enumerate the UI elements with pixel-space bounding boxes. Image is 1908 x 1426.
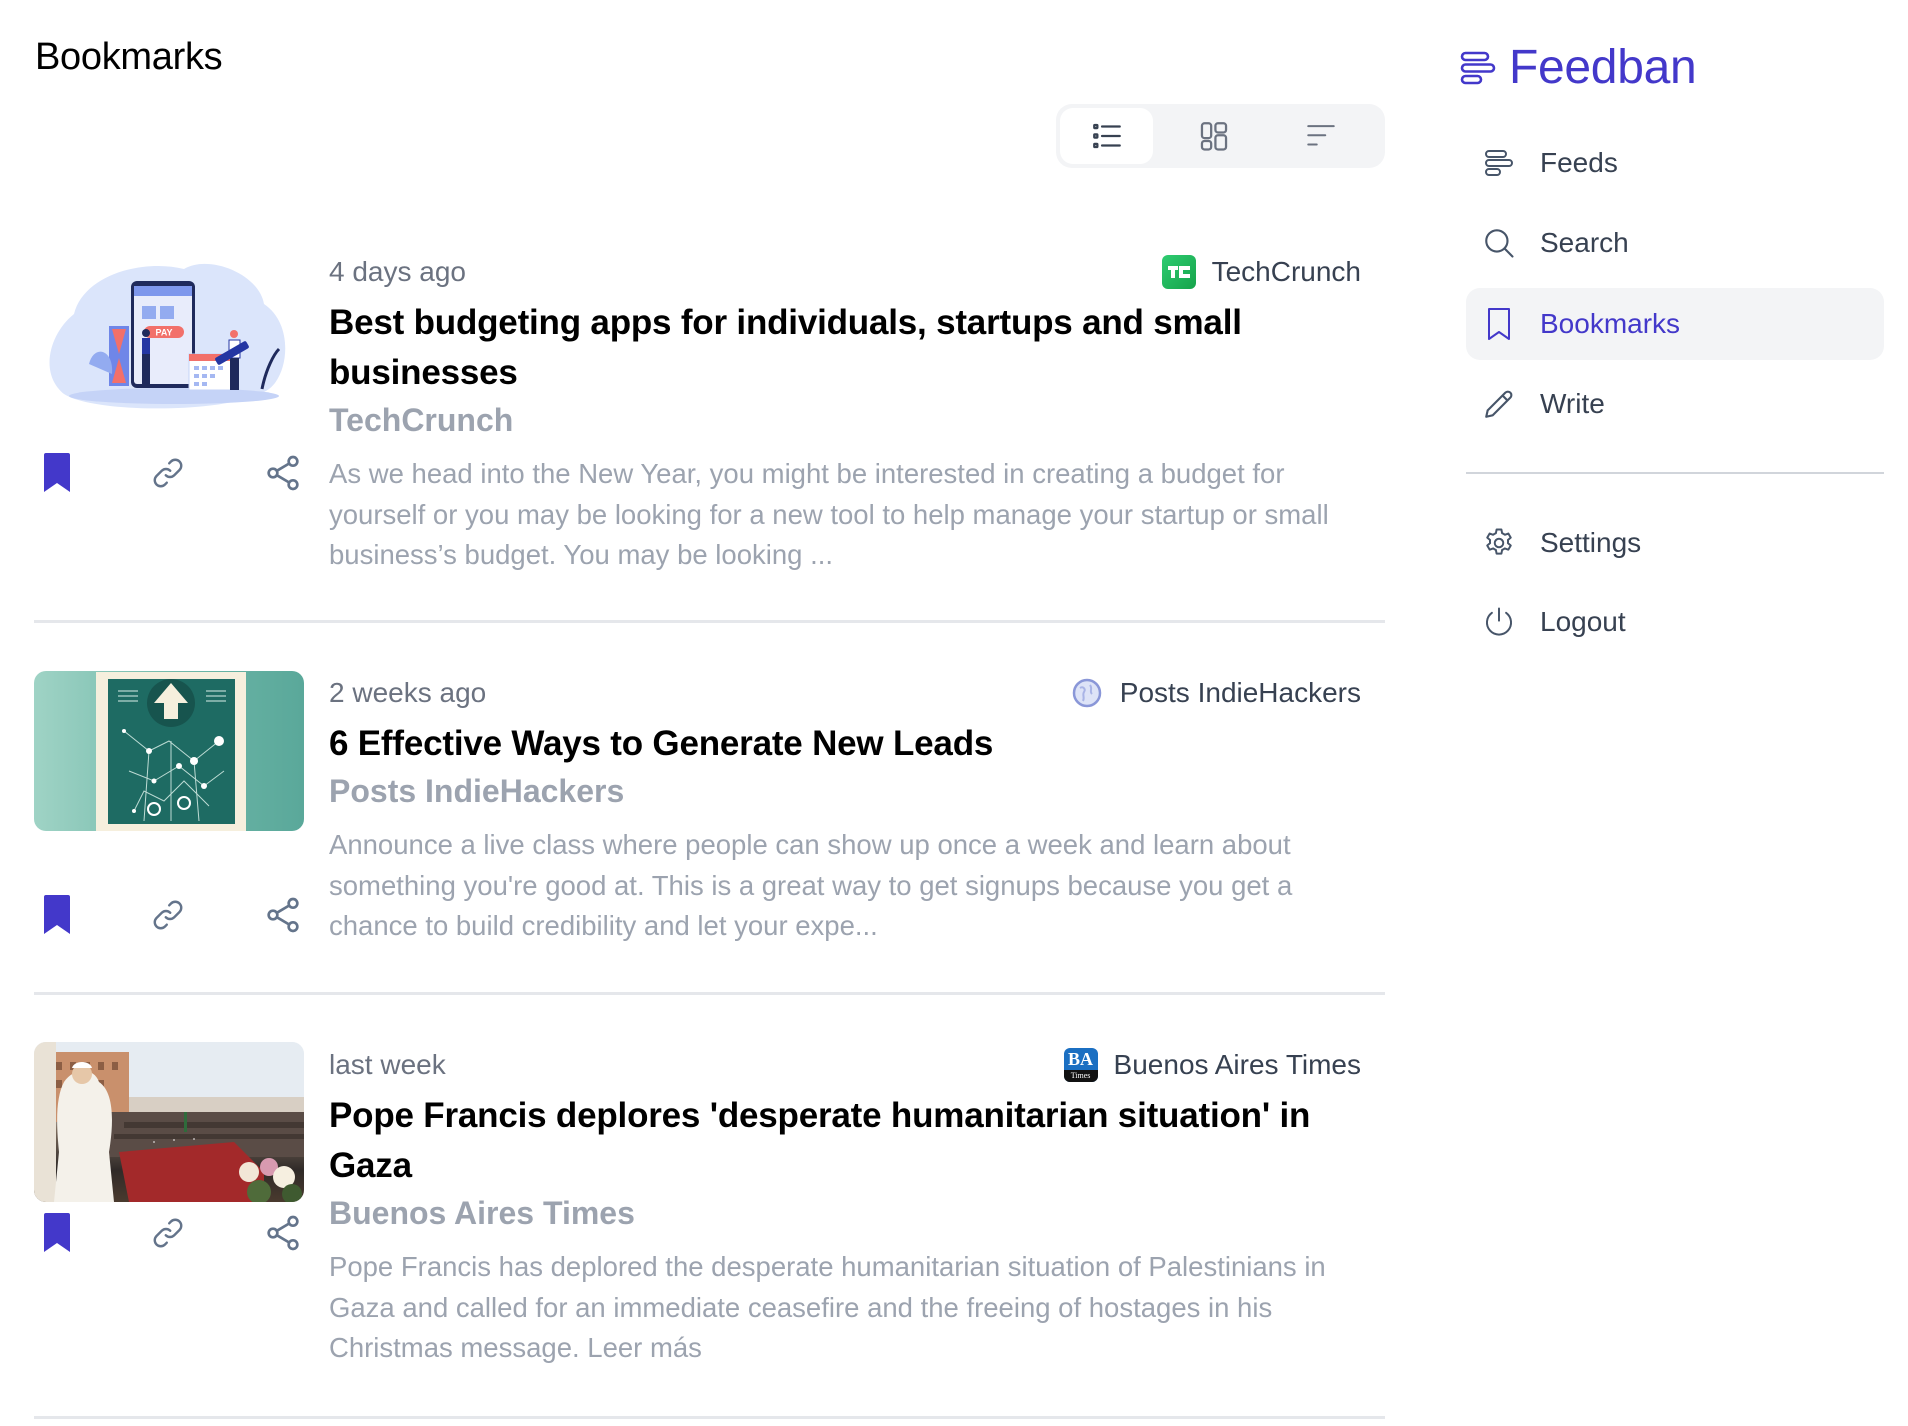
article-source: TechCrunch: [329, 402, 514, 438]
copy-link-button[interactable]: [145, 1208, 191, 1258]
share-icon: [267, 455, 299, 491]
bookmark-icon: [1482, 307, 1516, 341]
gear-icon: [1482, 526, 1516, 560]
source-badge[interactable]: TechCrunch: [1161, 255, 1361, 289]
sidebar-item-feeds[interactable]: Feeds: [1466, 127, 1884, 199]
share-button[interactable]: [260, 890, 306, 940]
share-icon: [267, 897, 299, 933]
article-item: last week BA Times Buenos Aires Times Po…: [34, 995, 1385, 1419]
sidebar-label: Settings: [1540, 527, 1642, 558]
article-item: 2 weeks ago Posts IndieHackers 6 Effecti…: [34, 623, 1385, 995]
bookmark-button[interactable]: [34, 890, 80, 940]
view-toggle: [1056, 104, 1385, 168]
power-icon: [1482, 605, 1516, 639]
link-icon: [153, 900, 183, 930]
source-name: Posts IndieHackers: [1119, 677, 1361, 708]
bookmark-filled-icon: [44, 1213, 70, 1252]
article-source: Buenos Aires Times: [329, 1195, 635, 1231]
sidebar-item-settings[interactable]: Settings: [1466, 507, 1884, 579]
sidebar-label: Logout: [1540, 606, 1626, 637]
article-actions: [34, 1208, 304, 1258]
article-title[interactable]: 6 Effective Ways to Generate New Leads: [329, 719, 1361, 769]
feedban-logo-icon: [1460, 51, 1496, 84]
grid-icon: [1200, 122, 1227, 151]
bookmark-button[interactable]: [34, 1208, 80, 1258]
pope-balcony-photo: [34, 1042, 304, 1202]
sidebar-item-write[interactable]: Write: [1466, 368, 1884, 440]
bookmark-list: PAY 4 days ago TechCrunch Best budgeting…: [34, 230, 1385, 1419]
article-time: last week: [329, 1049, 446, 1080]
article-thumbnail[interactable]: [34, 671, 304, 831]
ba-times-logo-icon: BA Times: [1063, 1048, 1098, 1082]
growth-network-illustration: [96, 672, 246, 831]
svg-text:PAY: PAY: [155, 328, 172, 338]
article-source: Posts IndieHackers: [329, 773, 625, 809]
share-button[interactable]: [260, 448, 306, 498]
article-body: 2 weeks ago Posts IndieHackers 6 Effecti…: [329, 673, 1361, 947]
brand-logo[interactable]: Feedban: [1460, 40, 1697, 95]
article-body: last week BA Times Buenos Aires Times Po…: [329, 1045, 1361, 1369]
article-item: PAY 4 days ago TechCrunch Best budgeting…: [34, 230, 1385, 623]
article-description: Announce a live class where people can s…: [329, 829, 1293, 941]
article-body: 4 days ago TechCrunch Best budgeting app…: [329, 252, 1361, 576]
sidebar-label: Bookmarks: [1540, 308, 1681, 339]
bookmark-button[interactable]: [34, 448, 80, 498]
link-icon: [153, 1218, 183, 1248]
sidebar-item-logout[interactable]: Logout: [1466, 586, 1884, 658]
article-thumbnail[interactable]: PAY: [34, 254, 304, 414]
sort-lines-icon: [1306, 125, 1335, 146]
share-icon: [267, 1215, 299, 1251]
source-name: TechCrunch: [1211, 256, 1361, 287]
budgeting-illustration: PAY: [49, 263, 286, 409]
sidebar: Feedban Feeds Search Bookmarks Write Set…: [1460, 0, 1884, 1426]
article-description: As we head into the New Year, you might …: [329, 458, 1329, 570]
globe-logo-icon: [1070, 676, 1104, 710]
list-view-button[interactable]: [1060, 108, 1153, 164]
brand-name: Feedban: [1509, 41, 1697, 94]
article-time: 4 days ago: [329, 256, 466, 287]
article-actions: [34, 890, 304, 940]
copy-link-button[interactable]: [145, 890, 191, 940]
page-title: Bookmarks: [35, 36, 223, 78]
sidebar-label: Search: [1540, 227, 1629, 258]
pencil-icon: [1482, 387, 1516, 421]
techcrunch-logo-icon: [1161, 255, 1196, 289]
sidebar-label: Feeds: [1540, 147, 1618, 178]
article-title[interactable]: Best budgeting apps for individuals, sta…: [329, 298, 1361, 398]
sidebar-item-search[interactable]: Search: [1466, 207, 1884, 279]
sidebar-label: Write: [1540, 388, 1605, 419]
article-description: Pope Francis has deplored the desperate …: [329, 1251, 1326, 1363]
article-title[interactable]: Pope Francis deplores 'desperate humanit…: [329, 1091, 1361, 1191]
search-icon: [1482, 226, 1516, 260]
share-button[interactable]: [260, 1208, 306, 1258]
feeds-icon: [1482, 146, 1516, 180]
article-time: 2 weeks ago: [329, 677, 487, 708]
list-icon: [1092, 123, 1121, 149]
grid-view-button[interactable]: [1167, 108, 1260, 164]
article-thumbnail[interactable]: [34, 1042, 304, 1202]
source-badge[interactable]: BA Times Buenos Aires Times: [1063, 1048, 1361, 1082]
compact-view-button[interactable]: [1274, 108, 1367, 164]
sidebar-item-bookmarks[interactable]: Bookmarks: [1466, 288, 1884, 360]
source-badge[interactable]: Posts IndieHackers: [1070, 676, 1361, 710]
sidebar-divider: [1466, 472, 1884, 474]
link-icon: [153, 458, 183, 488]
bookmark-filled-icon: [44, 895, 70, 934]
article-actions: [34, 448, 304, 498]
bookmark-filled-icon: [44, 453, 70, 492]
source-name: Buenos Aires Times: [1113, 1049, 1361, 1080]
copy-link-button[interactable]: [145, 448, 191, 498]
